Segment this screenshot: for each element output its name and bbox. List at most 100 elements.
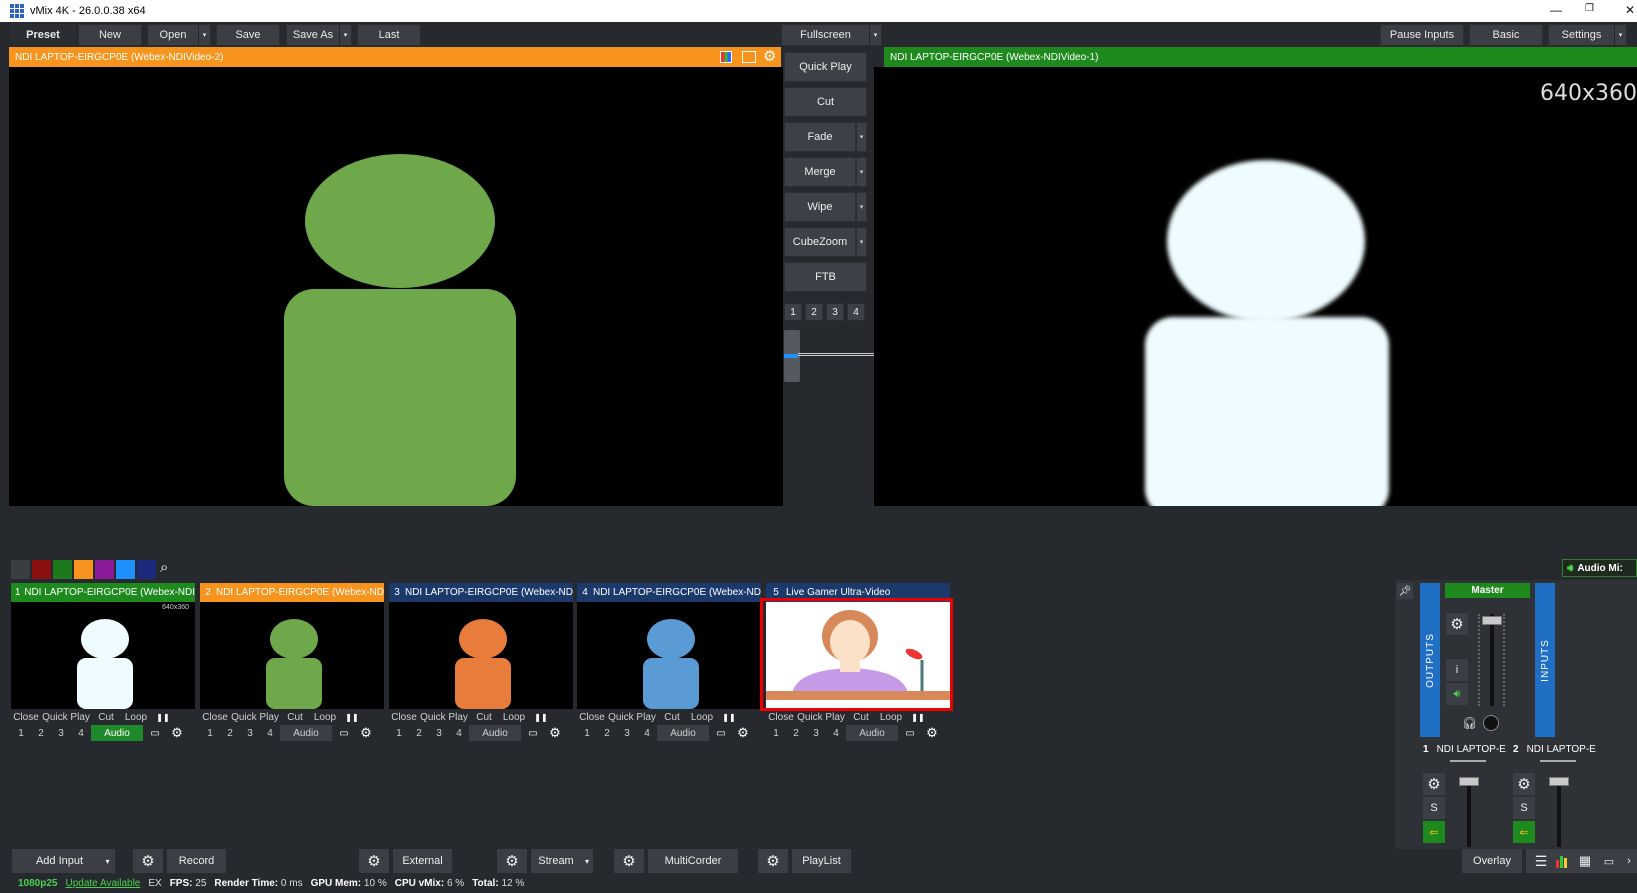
input-1-loop-button[interactable]: Loop — [121, 709, 151, 725]
input-5-monitor-icon[interactable]: ▭ — [898, 725, 922, 741]
transition-3-button[interactable]: 3 — [826, 303, 844, 321]
t-bar-slider[interactable] — [784, 330, 874, 382]
input-4-close-button[interactable]: Close — [577, 709, 607, 725]
input-5-overlay-2-button[interactable]: 2 — [786, 725, 806, 741]
preview-screen[interactable] — [9, 67, 783, 506]
input-3-close-button[interactable]: Close — [389, 709, 419, 725]
input-card-4[interactable]: 4 NDI LAPTOP-EIRGCP0E (Webex-ND Close Qu… — [577, 583, 761, 741]
input-2-thumbnail[interactable] — [200, 602, 384, 709]
channel-2-settings-gear-icon[interactable]: ⚙ — [1513, 773, 1535, 795]
fade-dropdown-icon[interactable]: ▾ — [856, 122, 867, 152]
basic-button[interactable]: Basic — [1469, 24, 1543, 46]
cubezoom-dropdown-icon[interactable]: ▾ — [856, 227, 867, 257]
input-4-pause-icon[interactable]: ❚❚ — [717, 709, 741, 725]
playlist-button[interactable]: PlayList — [792, 849, 851, 873]
input-3-thumbnail[interactable] — [389, 602, 573, 709]
wipe-button[interactable]: Wipe — [784, 192, 856, 222]
input-1-overlay-2-button[interactable]: 2 — [31, 725, 51, 741]
output-screen[interactable]: 640x360 — [874, 67, 1637, 506]
input-5-thumbnail[interactable] — [766, 602, 950, 709]
channel-1-solo-button[interactable]: S — [1423, 797, 1445, 819]
quick-play-button[interactable]: Quick Play — [784, 52, 867, 82]
cubezoom-button[interactable]: CubeZoom — [784, 227, 856, 257]
channel-1-settings-gear-icon[interactable]: ⚙ — [1423, 773, 1445, 795]
input-4-overlay-3-button[interactable]: 3 — [617, 725, 637, 741]
input-1-header[interactable]: 1 NDI LAPTOP-EIRGCP0E (Webex-NDI — [11, 583, 195, 602]
input-2-pause-icon[interactable]: ❚❚ — [340, 709, 364, 725]
input-1-overlay-1-button[interactable]: 1 — [11, 725, 31, 741]
new-button[interactable]: New — [78, 24, 142, 46]
input-3-quick-play-button[interactable]: Quick Play — [419, 709, 469, 725]
stream-dropdown-icon[interactable]: ▾ — [581, 849, 593, 873]
input-5-overlay-1-button[interactable]: 1 — [766, 725, 786, 741]
input-2-header[interactable]: 2 NDI LAPTOP-EIRGCP0E (Webex-ND — [200, 583, 384, 602]
multicorder-settings-gear-icon[interactable]: ⚙ — [614, 849, 644, 873]
channel-2-balance-slider[interactable] — [1540, 760, 1576, 762]
channel-2-fader-knob[interactable] — [1549, 777, 1569, 786]
record-settings-gear-icon[interactable]: ⚙ — [133, 849, 163, 873]
channel-1-fader-knob[interactable] — [1459, 777, 1479, 786]
input-3-pause-icon[interactable]: ❚❚ — [529, 709, 553, 725]
input-5-cut-button[interactable]: Cut — [846, 709, 876, 725]
playlist-settings-gear-icon[interactable]: ⚙ — [758, 849, 788, 873]
outputs-tab[interactable]: OUTPUTS — [1420, 583, 1440, 737]
filter-color-purple[interactable] — [95, 560, 114, 579]
input-3-header[interactable]: 3 NDI LAPTOP-EIRGCP0E (Webex-ND — [389, 583, 573, 602]
input-1-quick-play-button[interactable]: Quick Play — [41, 709, 91, 725]
preview-settings-gear-icon[interactable]: ⚙ — [763, 47, 776, 65]
input-4-overlay-4-button[interactable]: 4 — [637, 725, 657, 741]
channel-2-solo-button[interactable]: S — [1513, 797, 1535, 819]
input-3-audio-button[interactable]: Audio — [469, 725, 521, 741]
input-4-overlay-2-button[interactable]: 2 — [597, 725, 617, 741]
restore-icon[interactable]: ❐ — [1585, 3, 1594, 14]
input-2-audio-button[interactable]: Audio — [280, 725, 332, 741]
master-info-button[interactable]: i — [1446, 659, 1468, 681]
input-5-loop-button[interactable]: Loop — [876, 709, 906, 725]
input-5-audio-button[interactable]: Audio — [846, 725, 898, 741]
input-5-pause-icon[interactable]: ❚❚ — [906, 709, 930, 725]
input-2-overlay-2-button[interactable]: 2 — [220, 725, 240, 741]
input-1-settings-gear-icon[interactable]: ⚙ — [167, 725, 187, 741]
input-card-5[interactable]: 5 Live Gamer Ultra-Video Close Quick Pla… — [766, 583, 950, 741]
pin-icon[interactable]: 📌︎ — [1397, 583, 1413, 599]
overlay-button[interactable]: Overlay — [1462, 849, 1522, 873]
last-button[interactable]: Last — [357, 24, 421, 46]
input-5-overlay-3-button[interactable]: 3 — [806, 725, 826, 741]
input-1-pause-icon[interactable]: ❚❚ — [151, 709, 175, 725]
settings-button[interactable]: Settings ▾ — [1548, 24, 1627, 46]
input-1-close-button[interactable]: Close — [11, 709, 41, 725]
input-2-overlay-3-button[interactable]: 3 — [240, 725, 260, 741]
input-5-quick-play-button[interactable]: Quick Play — [796, 709, 846, 725]
input-1-monitor-icon[interactable]: ▭ — [143, 725, 167, 741]
fade-button[interactable]: Fade — [784, 122, 856, 152]
fullscreen-dropdown-icon[interactable]: ▾ — [869, 25, 881, 45]
merge-button[interactable]: Merge — [784, 157, 856, 187]
input-2-overlay-4-button[interactable]: 4 — [260, 725, 280, 741]
input-3-overlay-2-button[interactable]: 2 — [409, 725, 429, 741]
filter-color-navy[interactable] — [137, 560, 156, 579]
input-3-overlay-3-button[interactable]: 3 — [429, 725, 449, 741]
input-card-3[interactable]: 3 NDI LAPTOP-EIRGCP0E (Webex-ND Close Qu… — [389, 583, 573, 741]
headphone-volume-knob[interactable] — [1483, 715, 1499, 731]
input-4-monitor-icon[interactable]: ▭ — [709, 725, 733, 741]
filter-color-red[interactable] — [32, 560, 51, 579]
screen-capture-icon[interactable]: ▭ — [1597, 849, 1621, 873]
save-as-dropdown-icon[interactable]: ▾ — [339, 25, 351, 45]
filter-color-blue[interactable] — [116, 560, 135, 579]
input-2-loop-button[interactable]: Loop — [310, 709, 340, 725]
input-2-cut-button[interactable]: Cut — [280, 709, 310, 725]
open-dropdown-icon[interactable]: ▾ — [198, 25, 210, 45]
input-1-overlay-3-button[interactable]: 3 — [51, 725, 71, 741]
input-3-monitor-icon[interactable]: ▭ — [521, 725, 545, 741]
input-1-audio-button[interactable]: Audio — [91, 725, 143, 741]
input-4-quick-play-button[interactable]: Quick Play — [607, 709, 657, 725]
input-1-overlay-4-button[interactable]: 4 — [71, 725, 91, 741]
channel-2-route-arrow-icon[interactable]: ⇐ — [1513, 821, 1535, 843]
minimize-icon[interactable]: — — [1550, 3, 1562, 17]
layers-icon[interactable] — [742, 51, 756, 63]
master-fader-knob[interactable] — [1482, 616, 1502, 625]
save-as-button[interactable]: Save As ▾ — [286, 24, 352, 46]
input-4-header[interactable]: 4 NDI LAPTOP-EIRGCP0E (Webex-ND — [577, 583, 761, 602]
transition-1-button[interactable]: 1 — [784, 303, 802, 321]
input-5-close-button[interactable]: Close — [766, 709, 796, 725]
